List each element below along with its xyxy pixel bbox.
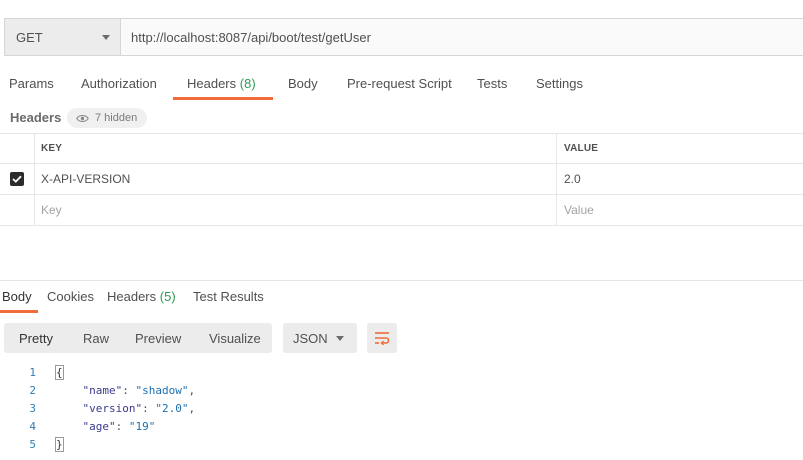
- view-mode-group: Pretty Raw Preview Visualize: [4, 323, 272, 353]
- code-text: "name": "shadow",: [56, 383, 196, 397]
- code-token: :: [122, 383, 136, 397]
- tab-label: Test Results: [193, 289, 264, 304]
- code-token: "19": [128, 419, 156, 433]
- request-bar: GET http://localhost:8087/api/boot/test/…: [4, 18, 803, 56]
- view-preview-button[interactable]: Preview: [135, 323, 181, 353]
- code-token: "age": [82, 419, 116, 433]
- tab-count: (8): [239, 76, 256, 91]
- tab-label: Body: [2, 289, 32, 304]
- code-line: 3 "version": "2.0",: [0, 399, 803, 417]
- new-value-input[interactable]: Value: [557, 195, 803, 225]
- line-number: 3: [29, 401, 36, 415]
- code-token: }: [55, 436, 64, 452]
- view-pretty-button[interactable]: Pretty: [19, 323, 53, 353]
- tab-params[interactable]: Params: [9, 76, 54, 91]
- line-number: 2: [29, 383, 36, 397]
- row-checkbox-cell: [0, 164, 35, 194]
- code-token: ,: [188, 401, 196, 415]
- code-text: "age": "19": [56, 419, 156, 433]
- row-checkbox[interactable]: [10, 172, 24, 186]
- tab-pre-request-script[interactable]: Pre-request Script: [347, 76, 452, 91]
- line-number: 5: [29, 437, 36, 451]
- tab-cookies[interactable]: Cookies: [47, 289, 94, 304]
- code-text: "version": "2.0",: [56, 401, 196, 415]
- code-token: "version": [82, 401, 143, 415]
- code-token: :: [142, 401, 156, 415]
- response-divider[interactable]: [0, 280, 803, 281]
- tab-body[interactable]: Body: [288, 76, 318, 91]
- view-raw-button[interactable]: Raw: [83, 323, 109, 353]
- tab-response-headers[interactable]: Headers (5): [107, 289, 176, 304]
- code-token: :: [115, 419, 129, 433]
- code-token: "shadow": [135, 383, 189, 397]
- wrap-lines-button[interactable]: [367, 323, 397, 353]
- method-select[interactable]: GET: [5, 19, 121, 55]
- line-number: 1: [29, 365, 36, 379]
- value-column-header: VALUE: [564, 143, 599, 154]
- key-column-header: KEY: [35, 134, 557, 163]
- header-value-cell[interactable]: 2.0: [557, 164, 803, 194]
- tab-count: (5): [159, 289, 176, 304]
- code-text: }: [55, 436, 64, 452]
- view-visualize-button[interactable]: Visualize: [209, 323, 261, 353]
- active-tab-indicator: [0, 310, 38, 313]
- tab-headers[interactable]: Headers (8): [187, 76, 256, 91]
- response-tabs: Body Cookies Headers (5) Test Results: [0, 289, 803, 315]
- tab-authorization[interactable]: Authorization: [81, 76, 157, 91]
- code-line: 5}: [0, 435, 803, 453]
- code-token: "name": [82, 383, 123, 397]
- request-tabs: Params Authorization Headers (8) Body Pr…: [0, 76, 803, 102]
- hidden-count-label: 7 hidden: [95, 112, 138, 124]
- eye-icon: [76, 114, 89, 122]
- url-text: http://localhost:8087/api/boot/test/getU…: [131, 29, 371, 45]
- url-input[interactable]: http://localhost:8087/api/boot/test/getU…: [121, 19, 803, 55]
- tab-label: Body: [288, 76, 318, 91]
- format-select[interactable]: JSON: [283, 323, 357, 353]
- chevron-down-icon: [336, 335, 344, 341]
- code-line: 1{: [0, 363, 803, 381]
- code-line: 4 "age": "19": [0, 417, 803, 435]
- code-line: 2 "name": "shadow",: [0, 381, 803, 399]
- check-icon: [12, 175, 22, 183]
- tab-label: Headers: [187, 76, 237, 91]
- wrap-lines-icon: [375, 332, 390, 345]
- tab-tests[interactable]: Tests: [477, 76, 507, 91]
- tab-label: Headers: [107, 289, 157, 304]
- code-token: ,: [188, 383, 196, 397]
- chevron-down-icon: [102, 34, 110, 40]
- tab-label: Tests: [477, 76, 508, 91]
- method-label: GET: [16, 29, 43, 45]
- tab-test-results[interactable]: Test Results: [193, 289, 264, 304]
- code-text: {: [55, 364, 64, 380]
- tab-label: Cookies: [47, 289, 94, 304]
- hidden-headers-toggle[interactable]: 7 hidden: [67, 108, 148, 128]
- format-label: JSON: [293, 330, 328, 346]
- new-key-input[interactable]: Key: [35, 195, 557, 225]
- code-token: "2.0": [155, 401, 189, 415]
- row-checkbox-cell: [0, 195, 35, 225]
- tab-response-body[interactable]: Body: [2, 289, 32, 304]
- headers-section-label: Headers: [10, 110, 62, 125]
- active-tab-indicator: [173, 97, 273, 100]
- table-row: X-API-VERSION 2.0: [0, 164, 803, 195]
- tab-label: Settings: [536, 76, 583, 91]
- tab-settings[interactable]: Settings: [536, 76, 583, 91]
- code-token: {: [55, 364, 64, 380]
- table-row: Key Value: [0, 195, 803, 226]
- tab-label: Pre-request Script: [347, 76, 452, 91]
- tab-label: Authorization: [81, 76, 157, 91]
- header-key-cell[interactable]: X-API-VERSION: [35, 164, 557, 194]
- line-number: 4: [29, 419, 36, 433]
- tab-label: Params: [9, 76, 54, 91]
- checkbox-column-header: [0, 134, 35, 163]
- table-header-row: KEY VALUE: [0, 133, 803, 164]
